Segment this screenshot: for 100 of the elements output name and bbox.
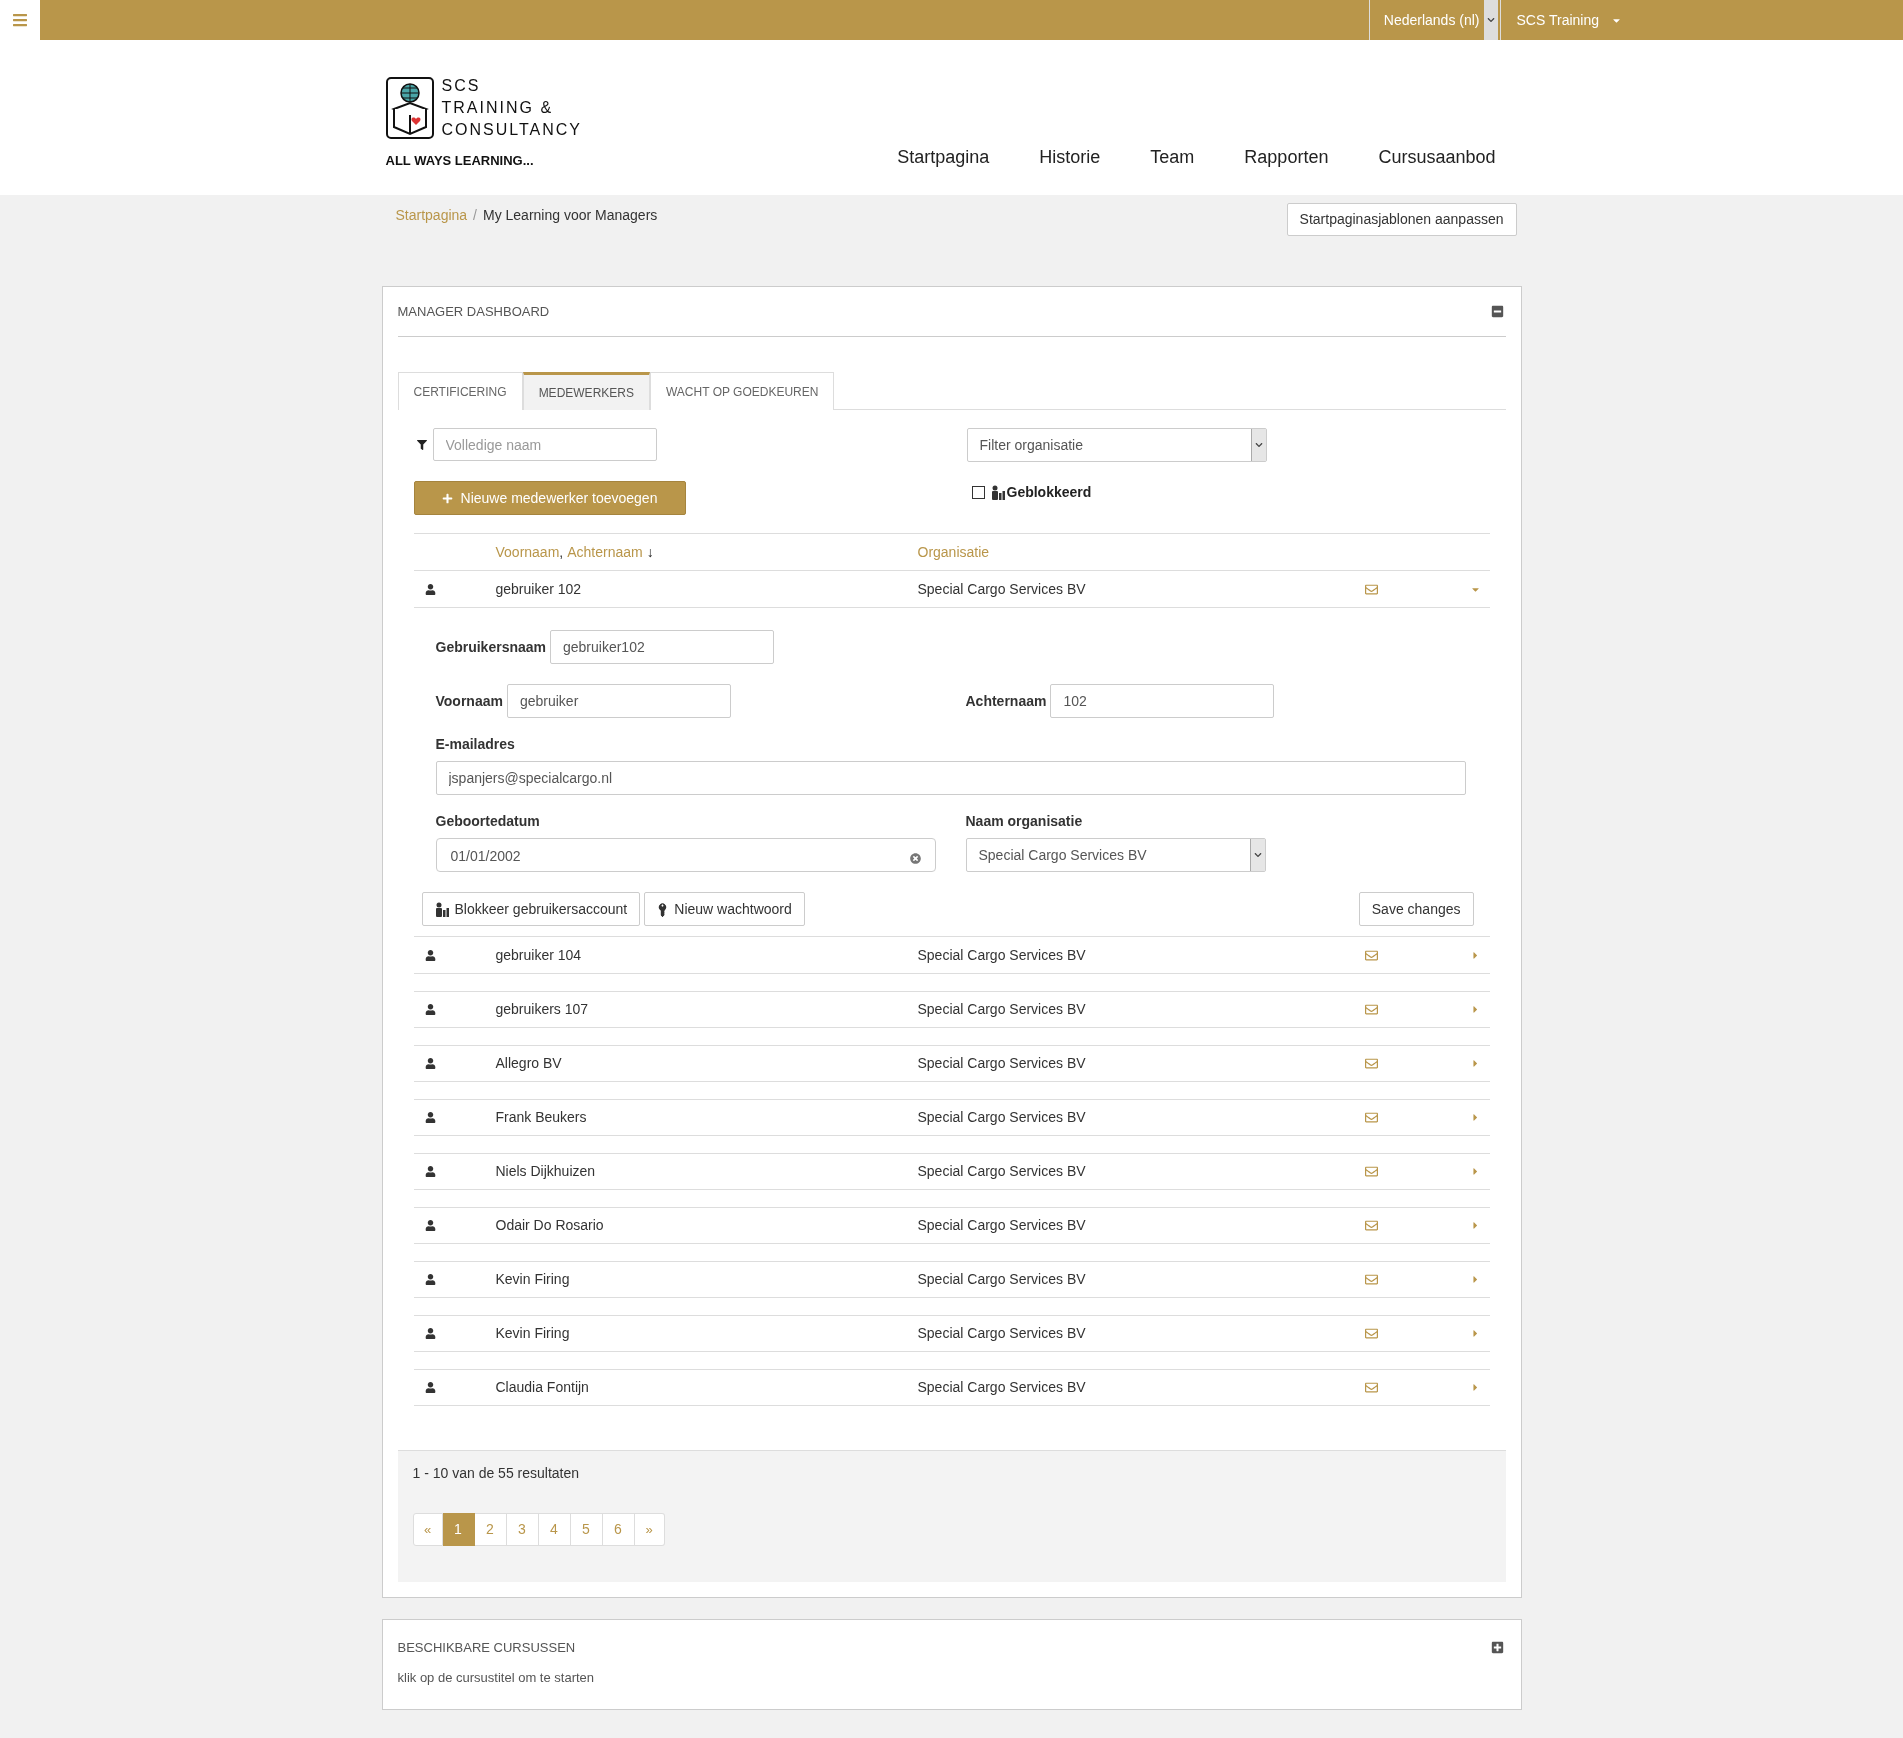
mail-icon[interactable] (1364, 1219, 1378, 1232)
chevron-icon (1254, 441, 1263, 449)
user-icon (424, 1112, 436, 1123)
employee-row[interactable]: Claudia Fontijn Special Cargo Services BV (413, 1369, 1490, 1406)
group-icon (990, 485, 1005, 500)
breadcrumb-separator: / (473, 206, 477, 225)
employee-row[interactable]: gebruiker 104 Special Cargo Services BV (413, 937, 1490, 974)
employee-row[interactable]: gebruikers 107 Special Cargo Services BV (413, 991, 1490, 1028)
mail-icon[interactable] (1364, 1273, 1378, 1286)
employee-name: Kevin Firing (495, 1270, 571, 1289)
menu-icon[interactable] (12, 12, 28, 28)
user-icon (424, 1328, 436, 1339)
nav-link[interactable]: Rapporten (1244, 144, 1329, 171)
organisation-name: Special Cargo Services BV (917, 1108, 1087, 1127)
blocked-label: Geblokkeerd (1006, 483, 1092, 502)
organisation-name: Special Cargo Services BV (917, 1378, 1087, 1397)
mail-icon[interactable] (1364, 1111, 1378, 1124)
user-icon (424, 1166, 436, 1177)
employee-row[interactable]: Frank Beukers Special Cargo Services BV (413, 1099, 1490, 1136)
employee-name: gebruikers 107 (495, 1000, 590, 1019)
logo-icon (385, 76, 434, 139)
employee-name: Frank Beukers (495, 1108, 588, 1127)
organisation-select[interactable]: Special Cargo Services BV (965, 838, 1266, 872)
mail-icon[interactable] (1364, 1327, 1378, 1340)
organisation-name: Special Cargo Services BV (917, 579, 1087, 599)
field-label: Voornaam (435, 691, 503, 711)
logo-text: CONSULTANCY (441, 119, 583, 140)
last-name-field[interactable]: 102 (1050, 684, 1275, 718)
breadcrumb-item: My Learning voor Managers (483, 206, 658, 225)
organisation-name: Special Cargo Services BV (917, 1270, 1087, 1289)
mail-icon[interactable] (1364, 948, 1378, 962)
logo-text: TRAINING & (441, 97, 555, 118)
employee-row[interactable]: Niels Dijkhuizen Special Cargo Services BV (413, 1153, 1490, 1190)
field-label: Geboortedatum (435, 812, 541, 831)
username-field[interactable]: gebruiker102 (550, 630, 774, 664)
user-icon (424, 1058, 436, 1069)
tab[interactable]: MEDEWERKERS (522, 372, 650, 410)
employee-row[interactable]: gebruiker 102 Special Cargo Services BV (413, 571, 1490, 608)
plus-icon (441, 492, 453, 504)
email-field[interactable]: jspanjers@specialcargo.nl (435, 761, 1466, 795)
tab[interactable]: CERTIFICERING (397, 372, 523, 410)
collapse-icon[interactable] (1490, 305, 1504, 318)
mail-icon[interactable] (1364, 582, 1378, 596)
logo-tagline: ALL WAYS LEARNING... (385, 151, 535, 170)
employee-name: Claudia Fontijn (495, 1378, 590, 1397)
blocked-checkbox[interactable] (971, 486, 985, 499)
logo-text: SCS (441, 75, 482, 96)
employee-name: gebruiker 102 (495, 579, 583, 599)
chevron-icon (1253, 851, 1262, 859)
customize-button[interactable]: Startpaginasjablonen aanpassen (1286, 203, 1517, 236)
employee-name: Odair Do Rosario (495, 1216, 605, 1235)
date-field[interactable]: 01/01/2002 (435, 838, 936, 872)
user-icon (424, 1382, 436, 1393)
user-icon (424, 949, 436, 961)
employee-row[interactable]: Kevin Firing Special Cargo Services BV (413, 1261, 1490, 1298)
name-filter-field[interactable]: Volledige naam (432, 428, 657, 461)
employee-name: Allegro BV (495, 1054, 563, 1073)
save-button[interactable]: Save changes (1358, 892, 1474, 926)
mail-icon[interactable] (1364, 1003, 1378, 1016)
chevron-icon (1486, 16, 1495, 24)
user-icon (424, 1220, 436, 1231)
employee-name: Kevin Firing (495, 1324, 571, 1343)
user-icon (424, 1274, 436, 1285)
panel-title: MANAGER DASHBOARD (397, 302, 550, 321)
organisation-name: Special Cargo Services BV (917, 1216, 1087, 1235)
expand-icon[interactable] (1490, 1641, 1504, 1655)
clear-icon[interactable] (909, 853, 921, 864)
organisation-name: Special Cargo Services BV (917, 1162, 1087, 1181)
user-icon (424, 1004, 436, 1015)
mail-icon[interactable] (1364, 1165, 1378, 1178)
organisation-name: Special Cargo Services BV (917, 1000, 1087, 1019)
mail-icon[interactable] (1364, 1381, 1378, 1394)
filter-icon (416, 439, 427, 450)
sort-arrow: ↓ (646, 542, 654, 562)
field-label: Gebruikersnaam (435, 637, 546, 657)
employee-row[interactable]: Kevin Firing Special Cargo Services BV (413, 1315, 1490, 1352)
block-account-button[interactable]: Blokkeer gebruikersaccount (421, 892, 641, 926)
panel-title: BESCHIKBARE CURSUSSEN (397, 1639, 576, 1657)
group-icon (434, 901, 449, 917)
employee-row[interactable]: Allegro BV Special Cargo Services BV (413, 1045, 1490, 1082)
user-icon (424, 583, 436, 595)
field-label: Naam organisatie (965, 812, 1084, 831)
nav-link[interactable]: Historie (1039, 144, 1101, 171)
results-summary: 1 - 10 van de 55 resultaten (412, 1464, 581, 1483)
employee-name: gebruiker 104 (495, 945, 583, 965)
employee-row[interactable]: Odair Do Rosario Special Cargo Services BV (413, 1207, 1490, 1244)
field-label: E-mailadres (435, 735, 516, 754)
first-name-field[interactable]: gebruiker (506, 684, 731, 718)
organisation-filter-select[interactable]: Filter organisatie (966, 428, 1267, 462)
nav-link[interactable]: Startpagina (897, 144, 990, 171)
column-separator: , (559, 542, 564, 562)
nav-link[interactable]: Team (1150, 144, 1195, 171)
organisation-name: Special Cargo Services BV (917, 1324, 1087, 1343)
mail-icon[interactable] (1364, 1057, 1378, 1070)
panel-subtitle: klik op de cursustitel om te starten (397, 1668, 596, 1687)
organisation-name: Special Cargo Services BV (917, 945, 1087, 965)
tab[interactable]: WACHT OP GOEDKEUREN (649, 372, 835, 410)
new-password-button[interactable]: Nieuw wachtwoord (644, 892, 805, 926)
nav-link[interactable]: Cursusaanbod (1378, 144, 1496, 171)
organisation-name: Special Cargo Services BV (917, 1054, 1087, 1073)
